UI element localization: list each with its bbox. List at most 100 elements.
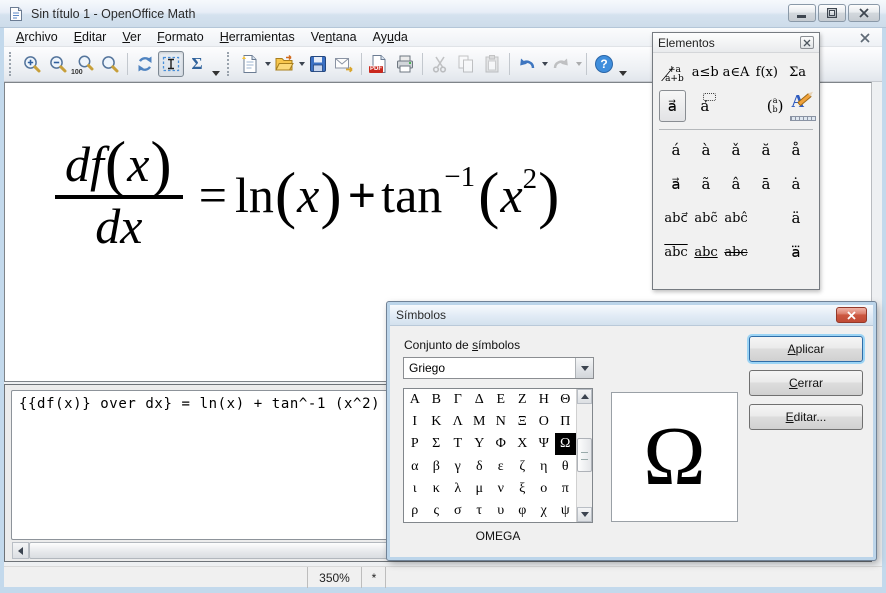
menu-item-herramientas[interactable]: Herramientas	[212, 28, 303, 46]
menu-item-formato[interactable]: Formato	[149, 28, 212, 46]
symbol-cell[interactable]: ν	[490, 478, 512, 500]
category-attributes-selected[interactable]: a⃗	[659, 90, 686, 122]
scroll-up-icon[interactable]	[577, 389, 592, 404]
export-pdf-button[interactable]: PDF	[366, 51, 392, 77]
symbol-cell[interactable]: ς	[426, 500, 448, 522]
menu-item-ventana[interactable]: Ventana	[303, 28, 365, 46]
symbol-cell[interactable]: θ	[555, 455, 577, 477]
scrollbar-thumb[interactable]	[577, 438, 592, 472]
scroll-left-icon[interactable]	[12, 542, 29, 559]
maximize-button[interactable]	[818, 4, 846, 22]
undo-button[interactable]	[514, 51, 540, 77]
symbol-cell[interactable]: Υ	[469, 433, 491, 455]
symbol-cell[interactable]: Φ	[490, 433, 512, 455]
attribute-cell[interactable]: ã	[691, 167, 721, 201]
symbol-cell[interactable]: Ν	[490, 411, 512, 433]
dialog-close-icon[interactable]	[836, 307, 867, 323]
toolbar-overflow-icon[interactable]	[212, 71, 220, 76]
attribute-cell[interactable]: ā	[751, 167, 781, 201]
symbol-cell[interactable]: ο	[533, 478, 555, 500]
elements-close-icon[interactable]	[800, 36, 814, 49]
attribute-cell[interactable]: abc	[721, 235, 751, 269]
symbol-cell[interactable]: ε	[490, 455, 512, 477]
symbol-cell[interactable]: λ	[447, 478, 469, 500]
symbol-cell[interactable]: Ψ	[533, 433, 555, 455]
category-operators[interactable]: Σa	[782, 65, 813, 80]
attribute-cell[interactable]: á	[661, 133, 691, 167]
email-button[interactable]	[331, 51, 357, 77]
symbol-cell[interactable]: τ	[469, 500, 491, 522]
attribute-cell[interactable]: abĉ	[721, 201, 751, 235]
category-set-operations[interactable]: a∈A	[721, 65, 752, 80]
symbol-cell[interactable]: Ε	[490, 389, 512, 411]
attribute-cell[interactable]: abc	[691, 235, 721, 269]
cerrar-button[interactable]: Cerrar	[749, 370, 863, 396]
print-button[interactable]	[392, 51, 418, 77]
attribute-cell[interactable]: abc̃	[691, 201, 721, 235]
new-document-button[interactable]	[237, 51, 263, 77]
symbol-cell[interactable]: π	[555, 478, 577, 500]
symbol-cell[interactable]: ψ	[555, 500, 577, 522]
symbol-cell[interactable]: Κ	[426, 411, 448, 433]
symbol-cell[interactable]: μ	[469, 478, 491, 500]
symbol-grid-scrollbar[interactable]	[576, 389, 592, 522]
command-text[interactable]: {{df(x)} over dx} = ln(x) + tan^-1 (x^2)	[19, 396, 380, 412]
category-others[interactable]: a	[692, 97, 718, 115]
symbol-cell[interactable]: Μ	[469, 411, 491, 433]
symbol-cell[interactable]: κ	[426, 478, 448, 500]
symbol-cell[interactable]: υ	[490, 500, 512, 522]
zoom-fit-button[interactable]	[97, 51, 123, 77]
attribute-cell[interactable]: ă	[751, 133, 781, 167]
symbol-cell[interactable]: Γ	[447, 389, 469, 411]
symbol-cell[interactable]: ξ	[512, 478, 534, 500]
attribute-cell[interactable]: à	[691, 133, 721, 167]
symbol-cell[interactable]: Δ	[469, 389, 491, 411]
symbol-cell[interactable]: Π	[555, 411, 577, 433]
symbol-cell[interactable]: χ	[533, 500, 555, 522]
symbol-cell[interactable]: Η	[533, 389, 555, 411]
dialog-titlebar[interactable]: Símbolos	[390, 305, 873, 326]
menu-item-archivo[interactable]: Archivo	[8, 28, 66, 46]
symbol-cell[interactable]: δ	[469, 455, 491, 477]
category-brackets[interactable]: ( a b )	[762, 97, 788, 115]
symbol-cell[interactable]: Ζ	[512, 389, 534, 411]
category-relations[interactable]: a≤b	[690, 65, 721, 80]
menu-item-ayuda[interactable]: Ayuda	[365, 28, 416, 46]
editar-button[interactable]: Editar...	[749, 404, 863, 430]
symbol-cell-selected[interactable]: Ω	[555, 433, 577, 455]
help-button[interactable]: ?	[591, 51, 617, 77]
symbol-cell[interactable]: γ	[447, 455, 469, 477]
symbol-cell[interactable]: Ξ	[512, 411, 534, 433]
category-functions[interactable]: f(x)	[751, 65, 782, 80]
combobox-dropdown-button[interactable]	[575, 358, 593, 378]
open-button[interactable]	[271, 51, 297, 77]
title-bar[interactable]: Sin título 1 - OpenOffice Math	[0, 0, 886, 28]
zoom-in-button[interactable]	[19, 51, 45, 77]
minimize-button[interactable]	[788, 4, 816, 22]
symbol-cell[interactable]: Α	[404, 389, 426, 411]
symbol-cell[interactable]: η	[533, 455, 555, 477]
symbol-cell[interactable]: Χ	[512, 433, 534, 455]
attribute-cell[interactable]: â	[721, 167, 751, 201]
scroll-down-icon[interactable]	[577, 507, 592, 522]
symbol-cell[interactable]: Λ	[447, 411, 469, 433]
attribute-cell[interactable]: a⃛	[781, 235, 811, 269]
zoom-out-button[interactable]	[45, 51, 71, 77]
document-close-icon[interactable]	[858, 31, 872, 45]
zoom-100-button[interactable]: 100	[71, 51, 97, 77]
formula-cursor-button[interactable]	[158, 51, 184, 77]
attribute-cell[interactable]: abc	[661, 235, 691, 269]
attribute-cell[interactable]: abc⃗	[661, 201, 691, 235]
zoom-level-field[interactable]: 350%	[307, 567, 362, 588]
attribute-cell[interactable]: a⃗	[661, 167, 691, 201]
save-button[interactable]	[305, 51, 331, 77]
symbol-cell[interactable]: σ	[447, 500, 469, 522]
toolbar-overflow-icon-2[interactable]	[619, 71, 627, 76]
close-button[interactable]	[848, 4, 880, 22]
category-formats[interactable]: A	[788, 91, 813, 121]
toolbar-grip-2[interactable]	[227, 52, 232, 76]
symbol-cell[interactable]: Τ	[447, 433, 469, 455]
symbol-cell[interactable]: Σ	[426, 433, 448, 455]
symbol-cell[interactable]: ι	[404, 478, 426, 500]
symbol-cell[interactable]: β	[426, 455, 448, 477]
